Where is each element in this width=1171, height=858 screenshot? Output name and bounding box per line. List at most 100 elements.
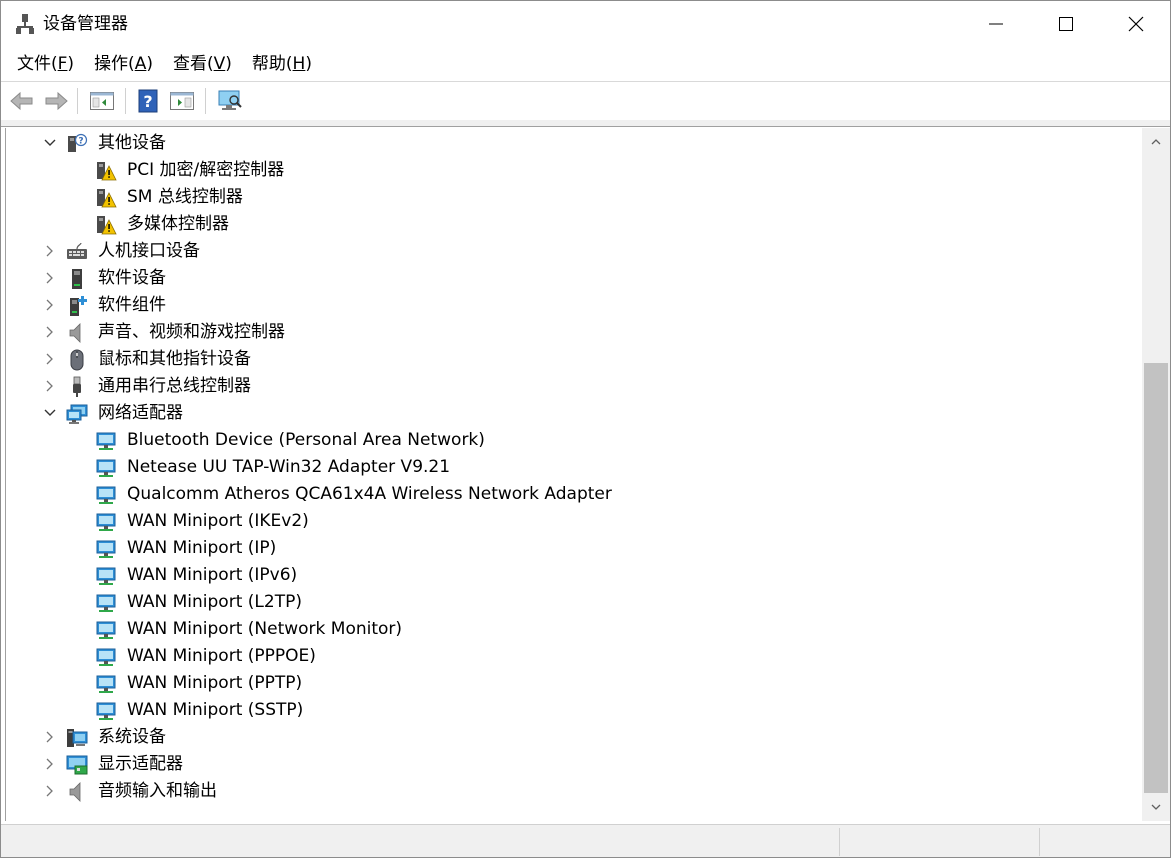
tree-node-other-devices[interactable]: ? 其他设备 <box>6 130 1142 157</box>
speaker-icon <box>69 323 81 343</box>
tree-node-sound-video-game[interactable]: 声音、视频和游戏控制器 <box>6 319 1142 346</box>
tree-node-usb[interactable]: 通用串行总线控制器 <box>6 373 1142 400</box>
tree-node-pci-encryption-controller[interactable]: PCI 加密/解密控制器 <box>6 157 1142 184</box>
tree-node-network-adapters[interactable]: 网络适配器 <box>6 400 1142 427</box>
menu-view-label: 查看( <box>172 54 214 74</box>
tree-label: 人机接口设备 <box>98 241 200 261</box>
menu-help[interactable]: 帮助(H) <box>244 49 320 79</box>
network-card-icon <box>96 486 116 504</box>
chevron-down-icon <box>44 409 56 416</box>
tree-node-network-child[interactable]: Bluetooth Device (Personal Area Network) <box>6 427 1142 454</box>
menu-action[interactable]: 操作(A) <box>86 49 161 79</box>
tree-node-system-devices[interactable]: 系统设备 <box>6 724 1142 751</box>
mouse-icon <box>70 349 84 371</box>
tree-node-network-child[interactable]: WAN Miniport (IPv6) <box>6 562 1142 589</box>
expand-toggle[interactable] <box>42 755 58 773</box>
tree-label: 音频输入和输出 <box>98 781 217 801</box>
minimize-icon <box>989 23 1003 25</box>
toolbar-divider <box>77 88 78 114</box>
expand-toggle[interactable] <box>42 242 58 260</box>
console-tree-icon <box>90 92 114 110</box>
unknown-device-icon: ? <box>68 133 88 152</box>
tree-label: 其他设备 <box>98 133 166 153</box>
close-button[interactable] <box>1101 1 1170 47</box>
chevron-right-icon <box>46 380 53 392</box>
tree-node-network-child[interactable]: WAN Miniport (IKEv2) <box>6 508 1142 535</box>
usb-plug-icon <box>73 376 81 397</box>
menu-file-accel: F <box>57 54 68 74</box>
minimize-button[interactable] <box>961 1 1031 47</box>
tree-label: WAN Miniport (SSTP) <box>127 700 304 720</box>
expand-toggle[interactable] <box>42 377 58 395</box>
tree-node-network-child[interactable]: WAN Miniport (PPTP) <box>6 670 1142 697</box>
menu-view[interactable]: 查看(V) <box>165 49 240 79</box>
tree-label: 通用串行总线控制器 <box>98 376 251 396</box>
tree-node-software-components[interactable]: 软件组件 <box>6 292 1142 319</box>
chevron-right-icon <box>46 758 53 770</box>
menu-file[interactable]: 文件(F) <box>9 49 82 79</box>
tree-node-network-child[interactable]: Qualcomm Atheros QCA61x4A Wireless Netwo… <box>6 481 1142 508</box>
expand-toggle[interactable] <box>42 404 58 422</box>
scroll-down-button[interactable] <box>1142 795 1170 819</box>
help-button[interactable]: ? <box>133 87 163 115</box>
toolbar-bottom-border <box>1 120 1170 127</box>
scan-hardware-button[interactable] <box>215 87 245 115</box>
tree-node-network-child[interactable]: WAN Miniport (Network Monitor) <box>6 616 1142 643</box>
expand-toggle[interactable] <box>42 269 58 287</box>
menu-file-label: 文件( <box>17 54 58 74</box>
tree-node-mouse[interactable]: 鼠标和其他指针设备 <box>6 346 1142 373</box>
menu-action-label: 操作( <box>94 54 135 74</box>
toolbar-divider <box>205 88 206 114</box>
tree-node-network-child[interactable]: WAN Miniport (IP) <box>6 535 1142 562</box>
menu-help-accel: H <box>292 54 306 74</box>
tree-node-hid[interactable]: 人机接口设备 <box>6 238 1142 265</box>
tree-label: 系统设备 <box>98 727 166 747</box>
chevron-right-icon <box>46 272 53 284</box>
device-tree[interactable]: ? 其他设备 PCI 加密/解密控制器 SM 总线控制器 多媒体控制器 人机接口… <box>5 128 1142 821</box>
tree-node-audio-io[interactable]: 音频输入和输出 <box>6 778 1142 805</box>
title-bar[interactable]: 设备管理器 <box>1 1 1170 47</box>
expand-toggle[interactable] <box>42 782 58 800</box>
expand-toggle[interactable] <box>42 323 58 341</box>
chevron-right-icon <box>46 731 53 743</box>
tree-node-multimedia-controller[interactable]: 多媒体控制器 <box>6 211 1142 238</box>
expand-toggle[interactable] <box>42 296 58 314</box>
expand-toggle[interactable] <box>42 134 58 152</box>
tree-label: PCI 加密/解密控制器 <box>127 160 285 180</box>
tree-label: WAN Miniport (IP) <box>127 538 277 558</box>
menu-action-accel: A <box>134 54 147 74</box>
tree-node-software-devices[interactable]: 软件设备 <box>6 265 1142 292</box>
tree-node-network-child[interactable]: Netease UU TAP-Win32 Adapter V9.21 <box>6 454 1142 481</box>
scroll-thumb[interactable] <box>1144 363 1168 793</box>
tree-label: 软件组件 <box>98 295 166 315</box>
expand-toggle[interactable] <box>42 350 58 368</box>
scan-hardware-icon <box>218 90 242 110</box>
back-button[interactable] <box>7 87 37 115</box>
scroll-up-button[interactable] <box>1142 130 1170 154</box>
network-card-icon <box>96 513 116 531</box>
maximize-button[interactable] <box>1031 1 1101 47</box>
tree-node-network-child[interactable]: WAN Miniport (PPPOE) <box>6 643 1142 670</box>
tree-label: WAN Miniport (IKEv2) <box>127 511 309 531</box>
network-card-icon <box>96 540 116 558</box>
expand-toggle[interactable] <box>42 728 58 746</box>
vertical-scrollbar[interactable] <box>1142 128 1170 821</box>
tree-node-sm-bus-controller[interactable]: SM 总线控制器 <box>6 184 1142 211</box>
tree-node-network-child[interactable]: WAN Miniport (L2TP) <box>6 589 1142 616</box>
toolbar-divider <box>125 88 126 114</box>
display-adapter-icon <box>66 755 88 775</box>
show-hide-console-tree-button[interactable] <box>87 87 117 115</box>
speaker-icon <box>69 782 81 802</box>
tree-label: 声音、视频和游戏控制器 <box>98 322 285 342</box>
tree-label: WAN Miniport (L2TP) <box>127 592 302 612</box>
forward-button[interactable] <box>41 87 71 115</box>
svg-text:?: ? <box>143 92 152 111</box>
tree-label: Bluetooth Device (Personal Area Network) <box>127 430 485 450</box>
tree-node-display-adapters[interactable]: 显示适配器 <box>6 751 1142 778</box>
svg-text:?: ? <box>78 137 83 147</box>
action-pane-button[interactable] <box>167 87 197 115</box>
tree-node-network-child[interactable]: WAN Miniport (SSTP) <box>6 697 1142 724</box>
network-card-icon <box>96 648 116 666</box>
warning-device-icon <box>97 162 117 181</box>
network-card-icon <box>96 621 116 639</box>
